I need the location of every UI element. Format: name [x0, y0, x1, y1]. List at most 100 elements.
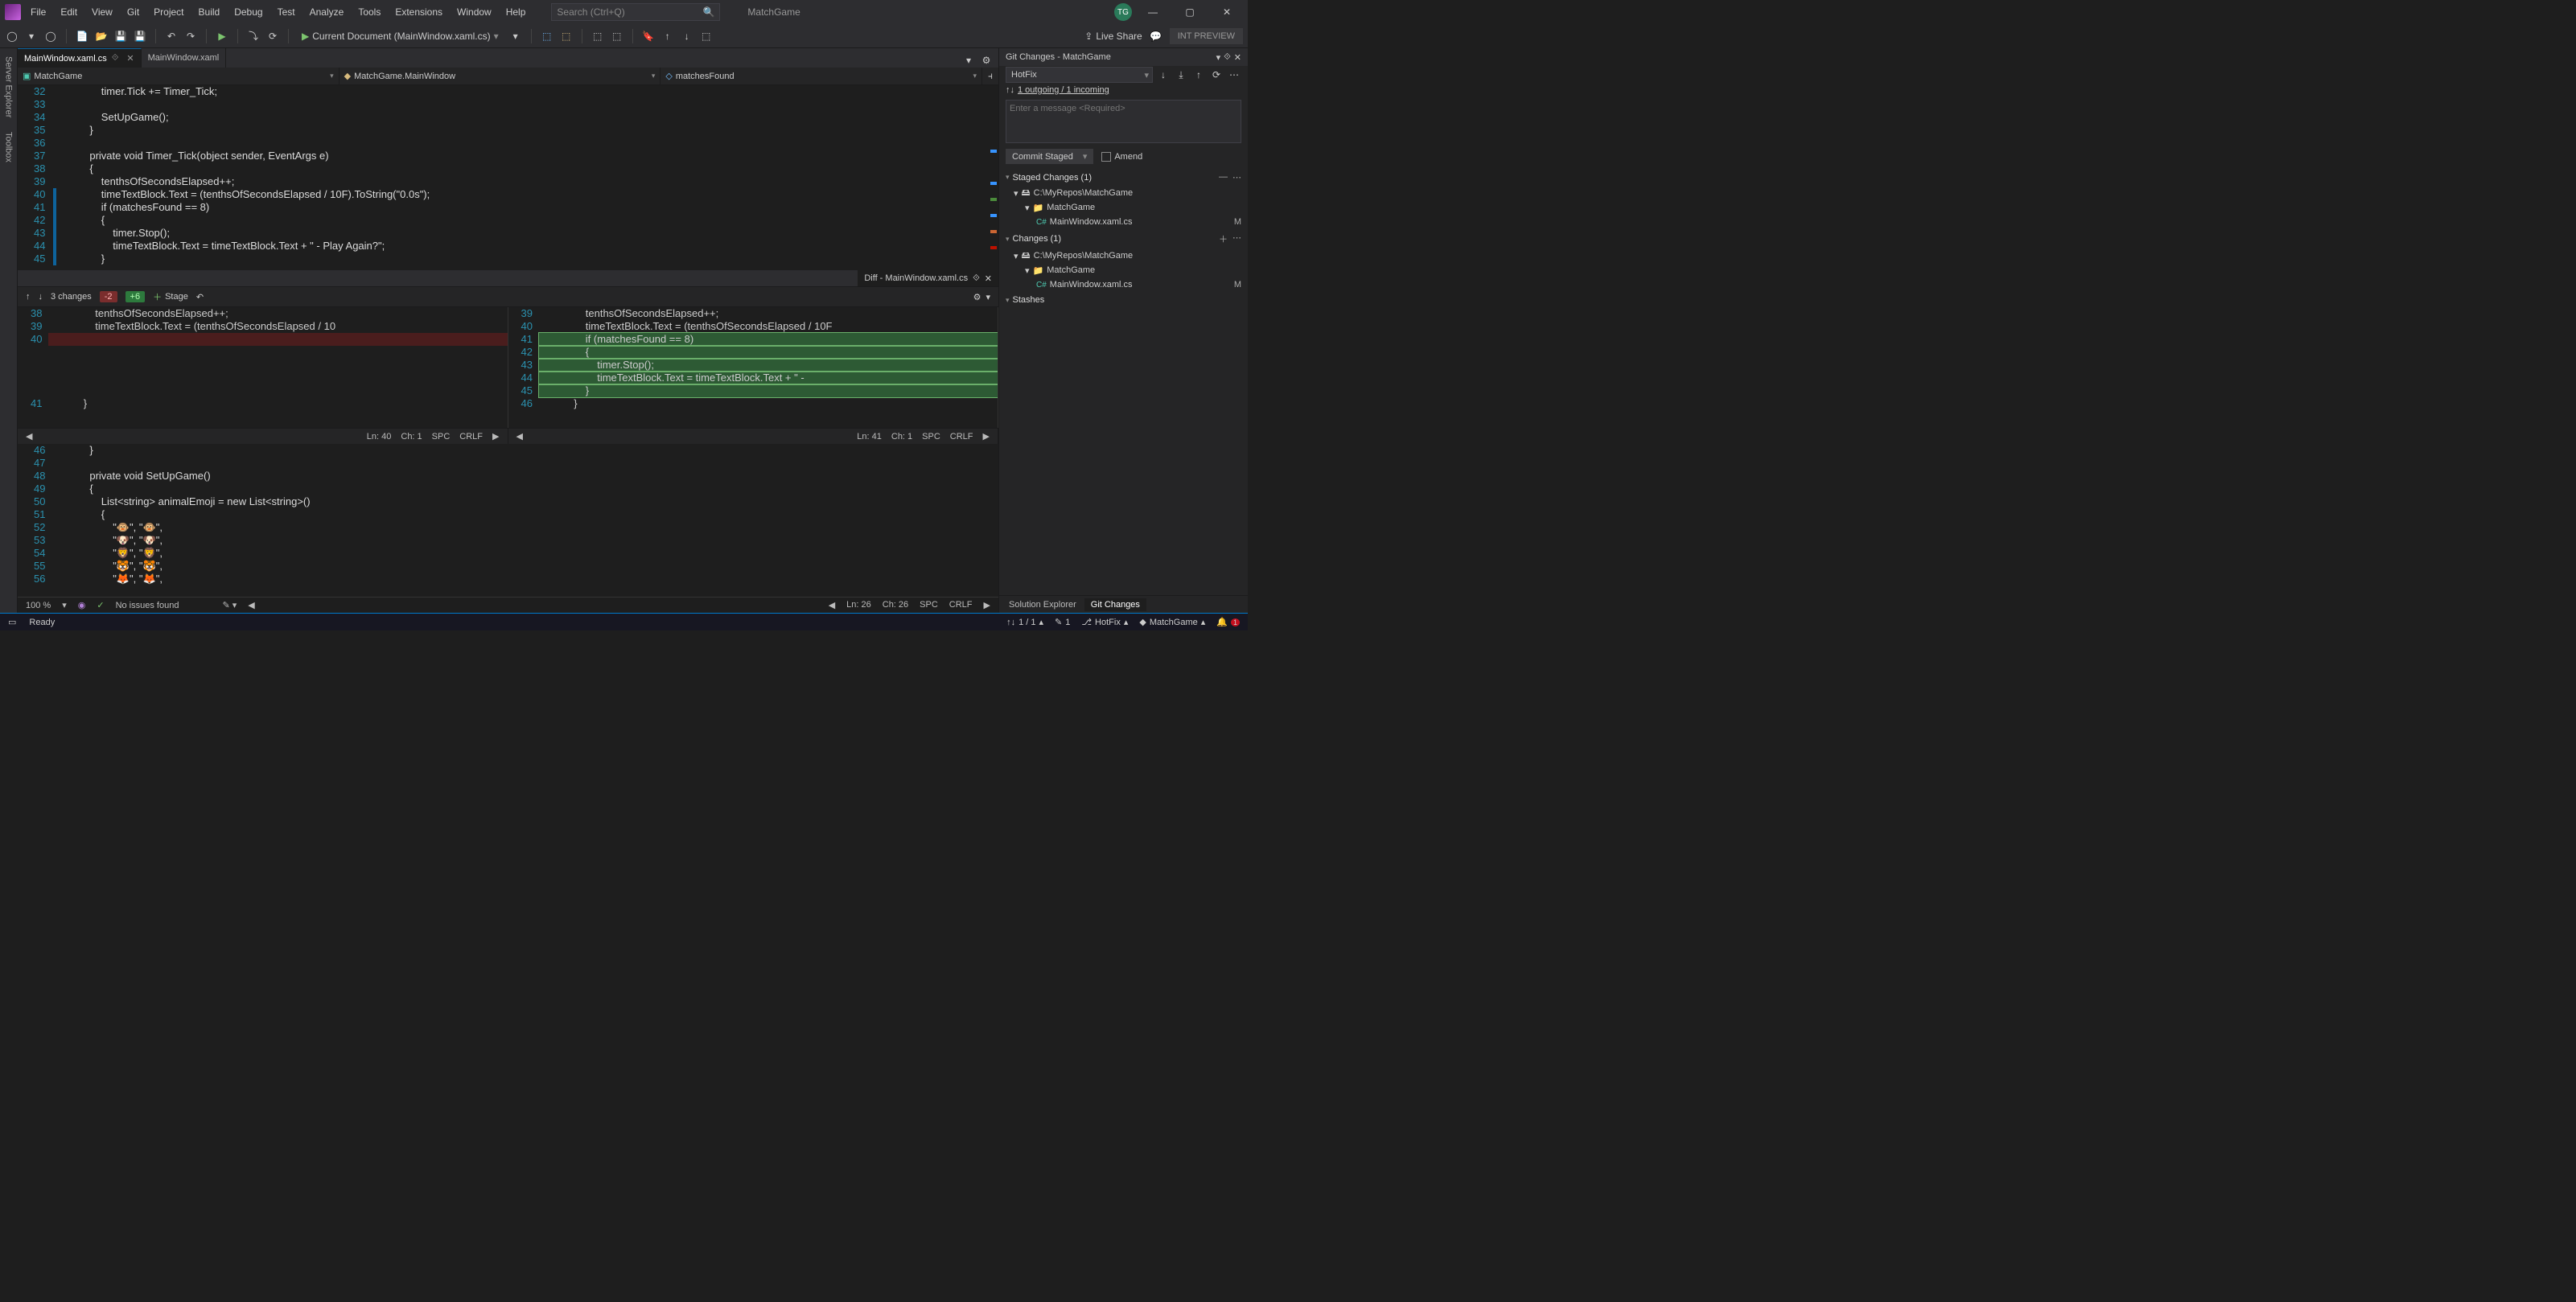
- bookmark-next-icon[interactable]: ↓: [680, 29, 694, 43]
- close-icon[interactable]: ✕: [1234, 52, 1241, 63]
- menu-analyze[interactable]: Analyze: [303, 3, 351, 21]
- pin-icon[interactable]: ⟐: [973, 273, 980, 284]
- tool-icon-3[interactable]: ⬚: [591, 29, 605, 43]
- config-icon[interactable]: ▾: [508, 29, 523, 43]
- new-item-icon[interactable]: 📄: [75, 29, 89, 43]
- sync-status[interactable]: ↑↓ 1 / 1 ▴: [1006, 617, 1043, 627]
- tool-icon-2[interactable]: ⬚: [559, 29, 574, 43]
- undo-icon[interactable]: ↶: [164, 29, 179, 43]
- branch-dropdown[interactable]: HotFix: [1006, 67, 1153, 83]
- pending-edits[interactable]: ✎ 1: [1055, 617, 1070, 627]
- redo-icon[interactable]: ↷: [183, 29, 198, 43]
- menu-tools[interactable]: Tools: [352, 3, 387, 21]
- close-icon[interactable]: ✕: [126, 53, 134, 64]
- feedback-icon[interactable]: 💬: [1149, 29, 1163, 43]
- nav-member-dropdown[interactable]: ◇ matchesFound: [660, 68, 982, 84]
- tool-icon-1[interactable]: ⬚: [540, 29, 554, 43]
- tree-project-row[interactable]: ▾ 📁 MatchGame: [1014, 200, 1248, 215]
- stashes-header[interactable]: Stashes: [999, 292, 1248, 308]
- start-icon[interactable]: ▶: [215, 29, 229, 43]
- sync-icon[interactable]: ⟳: [1209, 68, 1224, 82]
- diff-settings-icon[interactable]: ⚙: [973, 292, 981, 302]
- output-icon[interactable]: ▭: [8, 617, 16, 627]
- staged-changes-header[interactable]: Staged Changes (1) —⋯: [999, 169, 1248, 186]
- stage-button[interactable]: ＋ Stage: [153, 290, 188, 303]
- stage-all-icon[interactable]: ＋: [1219, 232, 1228, 245]
- live-share-button[interactable]: ⇪ Live Share: [1084, 31, 1142, 42]
- menu-git[interactable]: Git: [121, 3, 146, 21]
- revert-icon[interactable]: ↶: [196, 292, 204, 302]
- minimize-button[interactable]: —: [1137, 2, 1169, 23]
- fetch-icon[interactable]: ↓: [1156, 68, 1171, 82]
- menu-test[interactable]: Test: [271, 3, 302, 21]
- more-icon[interactable]: ⋯: [1232, 232, 1241, 245]
- nav-icon[interactable]: ◯: [43, 29, 58, 43]
- nav-class-dropdown[interactable]: ◆ MatchGame.MainWindow: [339, 68, 661, 84]
- save-all-icon[interactable]: 💾: [133, 29, 147, 43]
- pull-icon[interactable]: ⤓: [1174, 68, 1188, 82]
- diff-tab[interactable]: Diff - MainWindow.xaml.cs ⟐ ✕: [858, 270, 998, 286]
- amend-checkbox[interactable]: Amend: [1101, 152, 1142, 162]
- changes-header[interactable]: Changes (1) ＋⋯: [999, 229, 1248, 248]
- tree-file-row[interactable]: C# MainWindow.xaml.csM: [1014, 215, 1248, 229]
- error-lens-icon[interactable]: ◉: [78, 600, 86, 610]
- more-icon[interactable]: ⋯: [1232, 172, 1241, 183]
- tab-mainwindow-xaml[interactable]: MainWindow.xaml: [142, 48, 227, 68]
- side-tab-server-explorer[interactable]: Server Explorer: [2, 53, 15, 121]
- zoom-dropdown-icon[interactable]: ▾: [62, 600, 67, 610]
- step-over-icon[interactable]: ⟳: [265, 29, 280, 43]
- tool-icon-4[interactable]: ⬚: [610, 29, 624, 43]
- menu-file[interactable]: File: [24, 3, 52, 21]
- side-tab-toolbox[interactable]: Toolbox: [2, 129, 15, 166]
- run-document-dropdown[interactable]: ▶ Current Document (MainWindow.xaml.cs) …: [297, 29, 504, 43]
- tab-overflow-icon[interactable]: ▾: [961, 53, 976, 68]
- more-icon[interactable]: ⋯: [1227, 68, 1241, 82]
- tab-mainwindow-cs[interactable]: MainWindow.xaml.cs ⟐ ✕: [18, 48, 142, 68]
- repo-indicator[interactable]: ◆ MatchGame ▴: [1139, 617, 1205, 627]
- brush-icon[interactable]: ✎ ▾: [222, 600, 237, 610]
- search-input[interactable]: Search (Ctrl+Q) 🔍: [551, 3, 720, 21]
- tree-repo-row[interactable]: ▾ 🖴 C:\MyRepos\MatchGame: [1014, 186, 1248, 200]
- diff-left-pane[interactable]: 38394041 tenthsOfSecondsElapsed++; timeT…: [18, 307, 508, 428]
- menu-edit[interactable]: Edit: [54, 3, 84, 21]
- tree-repo-row[interactable]: ▾ 🖴 C:\MyRepos\MatchGame: [1014, 248, 1248, 263]
- bookmark-icon[interactable]: 🔖: [641, 29, 656, 43]
- dropdown-icon[interactable]: ▾: [1216, 52, 1221, 63]
- prev-change-icon[interactable]: ↑: [26, 292, 31, 302]
- tree-project-row[interactable]: ▾ 📁 MatchGame: [1014, 263, 1248, 277]
- menu-project[interactable]: Project: [147, 3, 190, 21]
- commit-button[interactable]: Commit Staged: [1006, 149, 1093, 164]
- branch-indicator[interactable]: ⎇ HotFix ▴: [1081, 617, 1128, 627]
- unstage-icon[interactable]: —: [1219, 172, 1228, 183]
- push-icon[interactable]: ↑: [1191, 68, 1206, 82]
- menu-view[interactable]: View: [85, 3, 119, 21]
- diff-view[interactable]: 38394041 tenthsOfSecondsElapsed++; timeT…: [18, 307, 998, 428]
- split-editor-icon[interactable]: ⫞: [982, 68, 998, 84]
- menu-window[interactable]: Window: [451, 3, 498, 21]
- tab-solution-explorer[interactable]: Solution Explorer: [1002, 598, 1083, 611]
- step-icon[interactable]: ⤵: [246, 29, 261, 43]
- menu-build[interactable]: Build: [192, 3, 227, 21]
- menu-debug[interactable]: Debug: [228, 3, 269, 21]
- commit-message-input[interactable]: [1006, 100, 1241, 143]
- maximize-button[interactable]: ▢: [1174, 2, 1206, 23]
- diff-right-pane[interactable]: 3940414243444546 tenthsOfSecondsElapsed+…: [508, 307, 999, 428]
- pin-icon[interactable]: ⟐: [1224, 52, 1231, 63]
- pin-icon[interactable]: ⟐: [112, 53, 119, 64]
- open-icon[interactable]: 📂: [94, 29, 109, 43]
- user-avatar[interactable]: TG: [1114, 3, 1132, 21]
- zoom-level[interactable]: 100 %: [26, 601, 51, 610]
- back-icon[interactable]: ◯: [5, 29, 19, 43]
- tree-file-row[interactable]: C# MainWindow.xaml.csM: [1014, 277, 1248, 292]
- tab-git-changes[interactable]: Git Changes: [1084, 598, 1146, 611]
- sync-status[interactable]: ↑↓ 1 outgoing / 1 incoming: [999, 84, 1248, 97]
- forward-icon[interactable]: ▾: [24, 29, 39, 43]
- close-button[interactable]: ✕: [1211, 2, 1243, 23]
- nav-project-dropdown[interactable]: ▣ MatchGame: [18, 68, 339, 84]
- next-change-icon[interactable]: ↓: [39, 292, 43, 302]
- menu-extensions[interactable]: Extensions: [389, 3, 449, 21]
- save-icon[interactable]: 💾: [113, 29, 128, 43]
- bookmark-prev-icon[interactable]: ↑: [660, 29, 675, 43]
- tab-settings-icon[interactable]: ⚙: [979, 53, 994, 68]
- menu-help[interactable]: Help: [500, 3, 533, 21]
